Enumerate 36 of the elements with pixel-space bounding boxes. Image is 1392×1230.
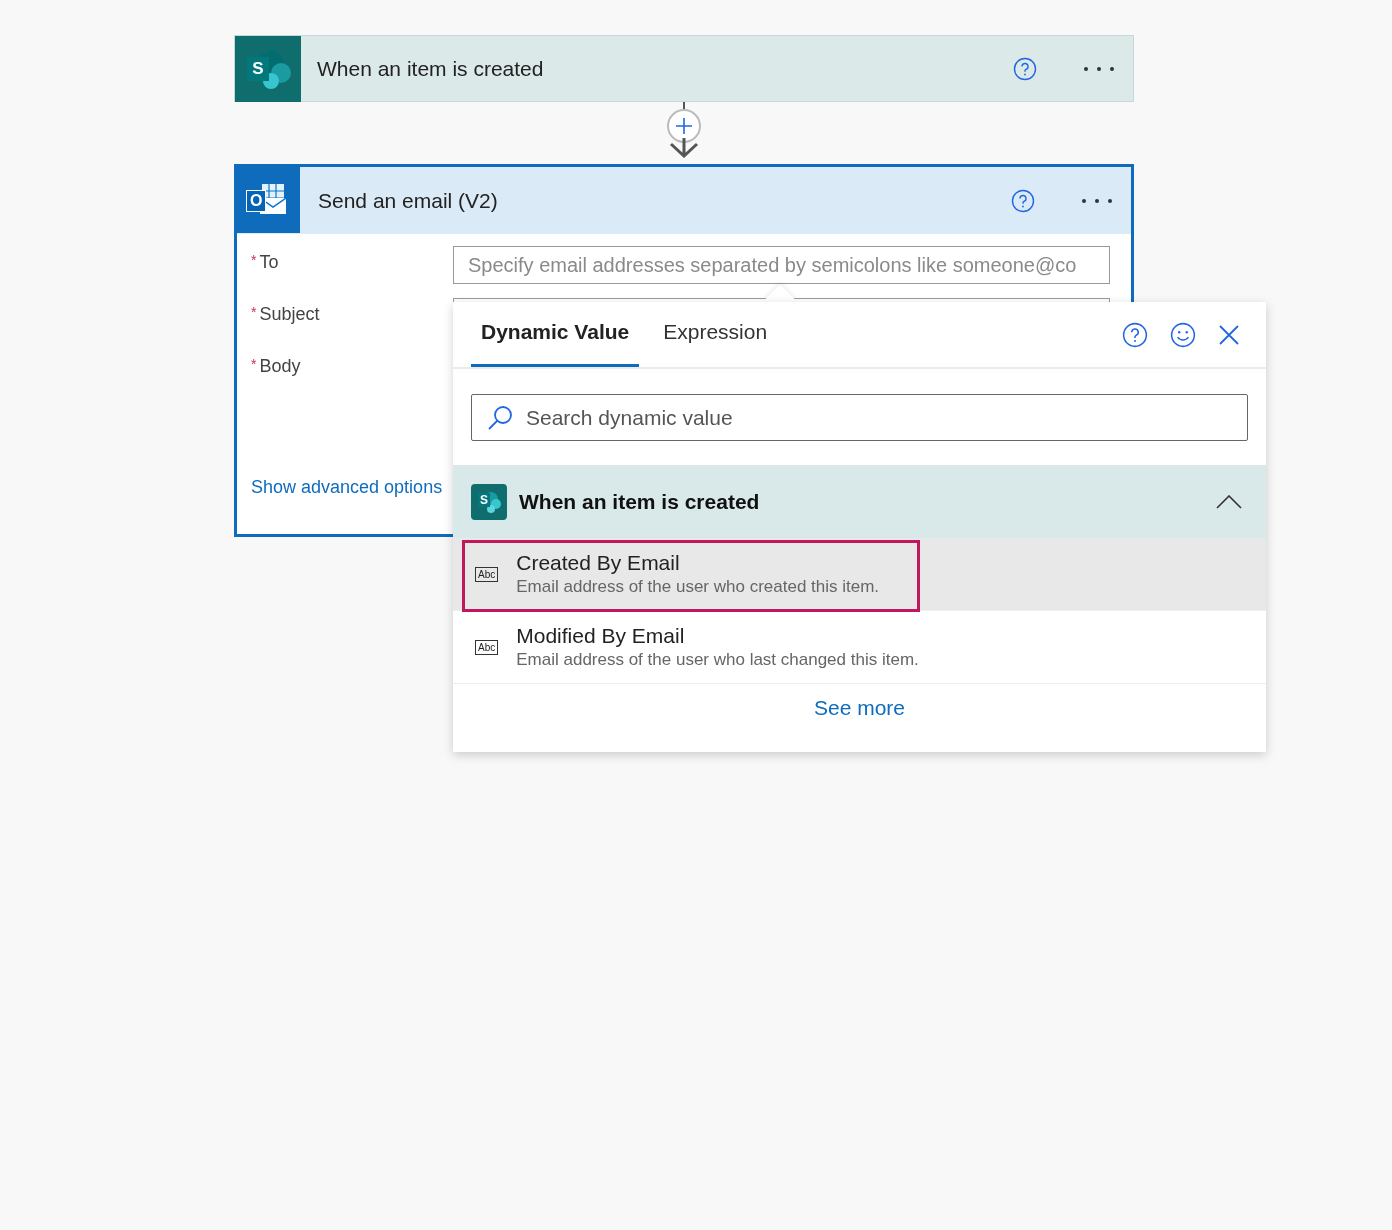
see-more-link[interactable]: See more [813,696,905,720]
chevron-icon[interactable] [1216,495,1242,509]
search-icon [486,404,514,432]
smiley-icon[interactable] [1170,321,1196,348]
trigger-card[interactable]: S When an item is created [234,35,1134,102]
help-icon[interactable] [1122,321,1148,348]
card-title: When an item is created [317,56,545,81]
section-header[interactable]: S When an item is created [453,466,1266,538]
search-field[interactable]: Search dynamic value [471,394,1248,441]
text-type-icon: Abc [475,639,499,655]
section-title: When an item is created [519,490,761,514]
card-title: Send an email (V2) [318,188,499,213]
field-label: $^{*}$ To [251,251,280,273]
item-description: Email address of the user who last changed this item. [516,650,919,670]
dynamic-value-item[interactable]: Abc Modified By Email Email address of the user who last changed this item. [453,611,1266,684]
item-title: Created By Email [516,551,681,575]
field-label: $^{*}$ Subject [251,303,321,325]
item-description: Email address of the user who created this item. [516,577,880,597]
show-advanced-options-link[interactable]: Show advanced options [251,477,443,498]
tab[interactable]: Dynamic Value [471,302,640,367]
add-step-icon[interactable] [666,108,702,144]
sharepoint-logo: S [235,35,301,102]
text-type-icon: Abc [475,566,499,582]
help-icon[interactable] [1013,56,1037,81]
more-options-icon[interactable] [1083,65,1115,72]
field-label: $^{*}$ Body [251,355,302,377]
more-options-icon[interactable] [1081,197,1113,204]
arrow-icon [669,138,699,158]
outlook-logo: O [234,165,300,233]
item-title: Modified By Email [516,624,686,648]
sharepoint-logo: S [471,484,507,520]
input-field[interactable]: Specify email addresses separated by semicolons like someone@co [453,246,1110,284]
tab[interactable]: Expression [653,302,778,367]
help-icon[interactable] [1011,188,1035,213]
dynamic-value-item[interactable]: Abc Created By Email Email address of the user who created this item. [453,538,1266,611]
close-icon[interactable] [1218,323,1240,346]
